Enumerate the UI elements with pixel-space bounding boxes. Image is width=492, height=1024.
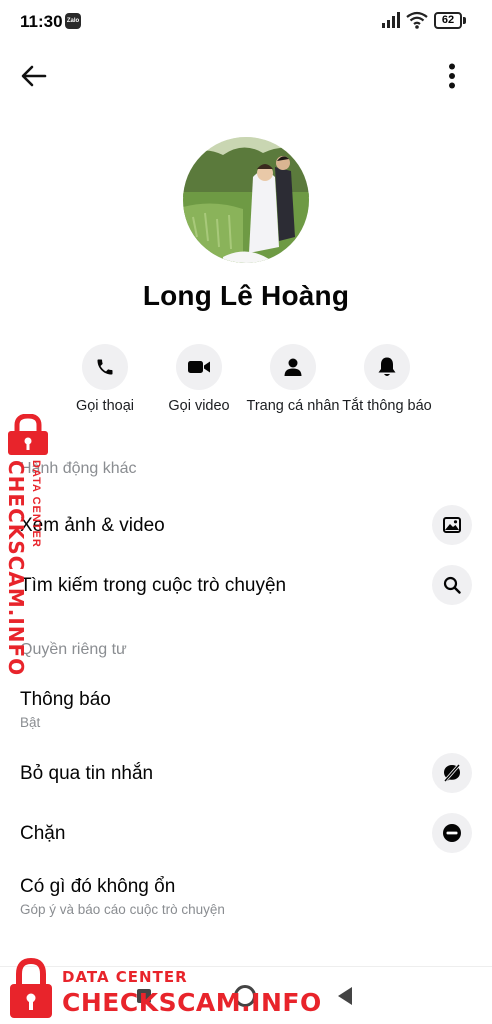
report-description: Góp ý và báo cáo cuộc trò chuyện — [20, 902, 225, 917]
profile-page-circle — [270, 344, 316, 390]
arrow-left-icon — [21, 65, 47, 87]
view-media-icon-button — [432, 505, 472, 545]
voice-call-circle — [82, 344, 128, 390]
notifications-label: Thông báo — [20, 689, 111, 710]
notifications-row[interactable]: Thông báo Bật — [0, 686, 492, 734]
battery-tip — [463, 17, 466, 24]
block-row[interactable]: Chặn — [0, 813, 492, 855]
view-media-row[interactable]: Xem ảnh & video — [0, 505, 492, 547]
bell-icon — [378, 357, 396, 376]
block-icon — [443, 824, 461, 842]
ignore-messages-label: Bỏ qua tin nhắn — [20, 763, 154, 784]
ignore-messages-row[interactable]: Bỏ qua tin nhắn — [0, 753, 492, 795]
watermark-lock-icon — [8, 414, 48, 455]
ignore-icon-button — [432, 753, 472, 793]
signal-icon — [382, 12, 400, 28]
watermark-bottom-tagline: DATA CENTER — [62, 968, 188, 986]
watermark-lock-large-icon — [10, 958, 52, 1018]
more-vertical-icon — [449, 63, 455, 89]
video-call-circle — [176, 344, 222, 390]
profile-avatar[interactable] — [183, 137, 309, 263]
watermark-bottom-brand: CHECKSCAM.INFO — [62, 988, 322, 1017]
search-conversation-label: Tìm kiếm trong cuộc trò chuyện — [20, 575, 287, 596]
more-options-button[interactable] — [432, 58, 472, 94]
search-icon-button — [432, 565, 472, 605]
status-bar: 11:30 Zalo 62 — [0, 0, 492, 44]
phone-icon — [97, 359, 113, 375]
search-conversation-row[interactable]: Tìm kiếm trong cuộc trò chuyện — [0, 565, 492, 607]
notifications-value: Bật — [20, 715, 41, 730]
video-camera-icon — [188, 361, 210, 373]
image-icon — [443, 517, 461, 533]
person-icon — [284, 358, 302, 376]
system-back-button[interactable] — [338, 987, 352, 1005]
ignore-icon — [443, 763, 461, 783]
profile-name: Long Lê Hoàng — [142, 280, 350, 311]
watermark-bottom: DATA CENTER CHECKSCAM.INFO — [8, 958, 321, 1022]
watermark-vertical-brand: CHECKSCAM.INFO — [4, 460, 28, 677]
mute-notifications-circle — [364, 344, 410, 390]
block-icon-button — [432, 813, 472, 853]
back-button[interactable] — [14, 58, 54, 94]
search-icon — [443, 576, 461, 594]
mute-notifications-button[interactable]: Tắt thông báo — [332, 344, 442, 414]
zalo-notification-icon: Zalo — [65, 13, 81, 29]
status-time: 11:30 — [20, 12, 63, 31]
wifi-icon — [406, 11, 428, 29]
battery-indicator: 62 — [434, 12, 462, 29]
watermark-vertical: CHECKSCAM.INFO DATA CENTER — [2, 410, 52, 676]
avatar-photo — [183, 137, 309, 263]
watermark-vertical-tagline: DATA CENTER — [30, 460, 42, 548]
report-row[interactable]: Có gì đó không ổn Góp ý và báo cáo cuộc … — [0, 873, 492, 921]
report-label: Có gì đó không ổn — [20, 876, 176, 897]
block-label: Chặn — [20, 823, 66, 844]
quick-actions: Gọi thoại Gọi video Trang cá nhân Tắt th… — [0, 344, 492, 420]
mute-notifications-label: Tắt thông báo — [342, 398, 432, 414]
top-bar — [0, 52, 492, 100]
